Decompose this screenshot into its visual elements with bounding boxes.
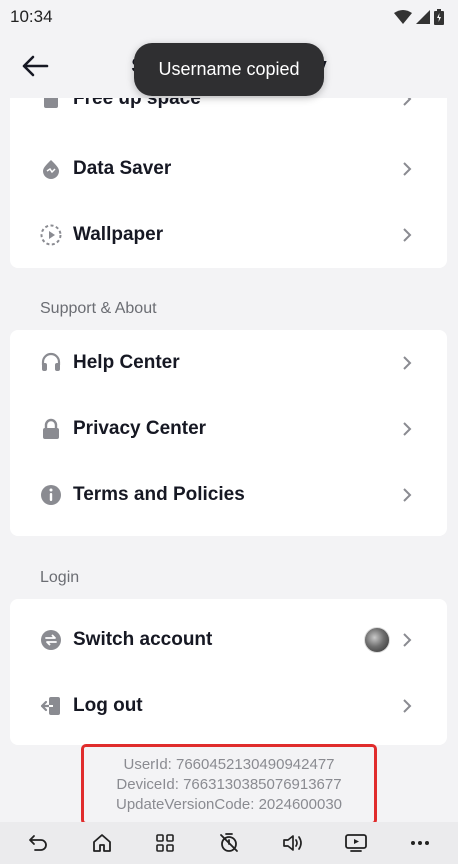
row-data-saver[interactable]: Data Saver	[10, 136, 447, 202]
nav-timer-off-button[interactable]	[209, 823, 249, 863]
update-version-code-text: UpdateVersionCode: 2024600030	[115, 795, 343, 813]
row-label: Help Center	[73, 352, 180, 373]
storage-icon	[40, 98, 62, 110]
undo-icon	[28, 835, 47, 851]
chevron-right-icon	[400, 228, 414, 242]
switch-icon	[40, 629, 62, 651]
device-info-box: UserId: 7660452130490942477 DeviceId: 76…	[81, 744, 377, 825]
chevron-right-icon	[400, 633, 414, 647]
nav-back-button[interactable]	[18, 823, 58, 863]
row-label: Privacy Center	[73, 418, 207, 439]
status-icons	[394, 9, 444, 25]
row-label: Switch account	[73, 629, 213, 650]
nav-more-button[interactable]	[400, 823, 440, 863]
section-title-support: Support & About	[40, 300, 157, 317]
section-title-login: Login	[40, 569, 80, 586]
storage-card: Free up space Data Saver Wallpaper	[10, 98, 447, 268]
nav-home-button[interactable]	[82, 823, 122, 863]
row-switch-account[interactable]: Switch account	[10, 607, 447, 673]
settings-list[interactable]: Free up space Data Saver Wallpaper Suppo…	[0, 98, 458, 820]
wifi-icon	[394, 10, 412, 24]
row-log-out[interactable]: Log out	[10, 673, 447, 739]
row-free-up-space[interactable]: Free up space	[10, 98, 447, 132]
logout-icon	[40, 695, 62, 717]
timer-off-icon	[220, 833, 238, 852]
avatar	[364, 627, 390, 653]
row-wallpaper[interactable]: Wallpaper	[10, 202, 447, 268]
row-terms-and-policies[interactable]: Terms and Policies	[10, 462, 447, 528]
nav-volume-button[interactable]	[273, 823, 313, 863]
row-help-center[interactable]: Help Center	[10, 330, 447, 396]
info-icon	[40, 484, 62, 506]
grid-icon	[156, 834, 175, 852]
data-saver-icon	[40, 158, 62, 180]
chevron-right-icon	[400, 422, 414, 436]
system-nav-bar	[0, 822, 458, 864]
more-horizontal-icon	[411, 841, 430, 845]
battery-icon	[434, 9, 444, 25]
nav-screen-button[interactable]	[336, 823, 376, 863]
row-label: Log out	[73, 695, 143, 716]
status-time: 10:34	[10, 7, 53, 26]
wallpaper-icon	[40, 224, 62, 246]
volume-icon	[282, 835, 302, 851]
row-label: Data Saver	[73, 158, 172, 179]
chevron-right-icon	[400, 699, 414, 713]
toast: Username copied	[134, 43, 324, 96]
chevron-right-icon	[400, 488, 414, 502]
lock-icon	[40, 418, 62, 440]
device-id-text: DeviceId: 7663130385076913677	[116, 775, 342, 793]
screen-play-icon	[345, 834, 368, 852]
headset-icon	[40, 352, 62, 374]
chevron-right-icon	[400, 356, 414, 370]
home-icon	[92, 834, 111, 852]
row-label: Free up space	[73, 98, 201, 109]
chevron-right-icon	[400, 162, 414, 176]
user-id-text: UserId: 7660452130490942477	[123, 755, 335, 773]
chevron-right-icon	[400, 98, 414, 106]
status-bar: 10:34	[0, 0, 458, 34]
login-card: Switch account Log out	[10, 599, 447, 745]
row-label: Terms and Policies	[73, 484, 245, 505]
nav-apps-button[interactable]	[145, 823, 185, 863]
row-label: Wallpaper	[73, 224, 164, 245]
support-card: Help Center Privacy Center Terms and Pol…	[10, 330, 447, 536]
signal-icon	[416, 10, 430, 24]
row-privacy-center[interactable]: Privacy Center	[10, 396, 447, 462]
